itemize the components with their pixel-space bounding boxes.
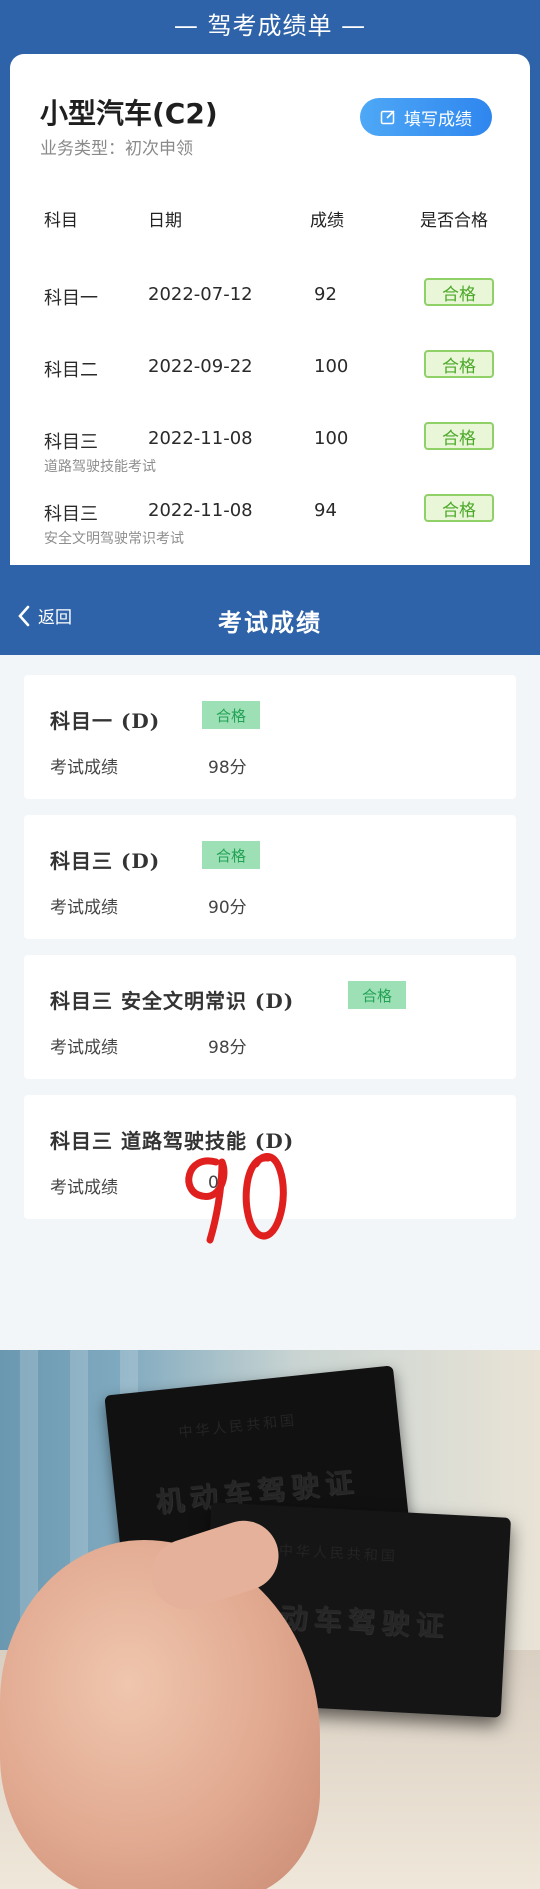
header-passed: 是否合格 [420,211,488,231]
score-value: 98分 [208,1038,247,1058]
header-subject: 科目 [44,211,78,231]
score-value: 90分 [208,898,247,918]
pass-badge: 合格 [348,981,406,1009]
exam-results-navbar: 返回 考试成绩 [0,565,540,655]
fill-score-label: 填写成绩 [404,109,472,130]
row-note: 道路驾驶技能考试 [44,459,156,475]
pass-badge: 合格 [424,494,494,522]
pass-badge: 合格 [424,278,494,306]
score-card-title: 科目三 安全文明常识 (D) [50,989,295,1013]
row-score: 100 [314,428,349,449]
score-card-title: 科目三 (D) [50,849,161,873]
edit-icon [380,110,395,125]
pass-badge: 合格 [424,350,494,378]
row-subject: 科目三 [44,432,98,453]
handwritten-90-scrawl: 90 [185,1153,287,1244]
table-row: 科目三 2022-11-08 100 合格 道路驾驶技能考试 [10,422,530,488]
license-type: 小型汽车(C2) [40,97,218,130]
row-date: 2022-09-22 [148,356,253,377]
score-value: 98分 [208,758,247,778]
report-title: — 驾考成绩单 — [173,12,367,40]
row-subject: 科目三 [44,504,98,525]
row-score: 94 [314,500,337,521]
row-date: 2022-11-08 [148,428,253,449]
header-score: 成绩 [310,211,344,231]
score-label: 考试成绩 [50,758,118,778]
row-date: 2022-11-08 [148,500,253,521]
score-report-panel: — 驾考成绩单 — 小型汽车(C2) 业务类型：初次申领 填写成绩 科目 日期 … [0,0,540,566]
table-row: 科目一 2022-07-12 92 合格 [10,278,530,344]
page-title: 考试成绩 [218,608,322,637]
pass-badge: 合格 [424,422,494,450]
table-row: 科目二 2022-09-22 100 合格 [10,350,530,416]
business-type: 业务类型：初次申领 [40,139,193,159]
fill-score-button[interactable]: 填写成绩 [360,98,492,136]
booklet-emblem-text: 中华人民共和国 [278,1542,399,1566]
header-date: 日期 [148,211,182,231]
score-card: 科目三 安全文明常识 (D) 合格 考试成绩 98分 [24,955,516,1079]
score-card: 科目三 (D) 合格 考试成绩 90分 [24,815,516,939]
score-card-title: 科目一 (D) [50,709,161,733]
row-subject: 科目一 [44,288,98,309]
booklet-emblem-text: 中华人民共和国 [177,1412,298,1442]
row-date: 2022-07-12 [148,284,253,305]
row-subject: 科目二 [44,360,98,381]
report-card: 小型汽车(C2) 业务类型：初次申领 填写成绩 科目 日期 成绩 是否合格 科目… [10,54,530,566]
score-label: 考试成绩 [50,1178,118,1198]
table-row: 科目三 2022-11-08 94 合格 安全文明驾驶常识考试 [10,494,530,560]
row-note: 安全文明驾驶常识考试 [44,531,184,547]
license-booklet-photo: 中华人民共和国 机动车驾驶证 中华人民共和国 机动车驾驶证 [0,1350,540,1889]
row-score: 100 [314,356,349,377]
score-label: 考试成绩 [50,898,118,918]
row-score: 92 [314,284,337,305]
pass-badge: 合格 [202,841,260,869]
score-label: 考试成绩 [50,1038,118,1058]
score-card: 科目一 (D) 合格 考试成绩 98分 [24,675,516,799]
pass-badge: 合格 [202,701,260,729]
